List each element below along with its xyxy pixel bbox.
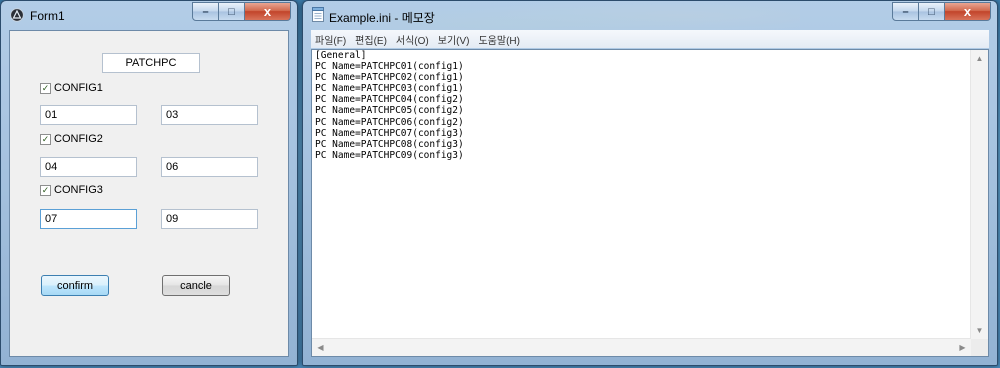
text-line: PC Name=PATCHPC05(config2) (315, 105, 464, 117)
horizontal-scrollbar[interactable]: ◀ ▶ (312, 338, 971, 356)
text-line: PC Name=PATCHPC08(config3) (315, 138, 464, 150)
text-line: PC Name=PATCHPC09(config3) (315, 149, 464, 161)
app-icon (10, 8, 24, 22)
config1-label: CONFIG1 (54, 82, 103, 94)
text-line: PC Name=PATCHPC06(config2) (315, 116, 464, 128)
config2-check-mark: ✓ (40, 133, 51, 145)
scroll-up-arrow-icon[interactable]: ▲ (971, 50, 988, 67)
config3-field-a[interactable] (40, 209, 137, 229)
form1-maximize-button[interactable]: □ (219, 2, 245, 21)
text-line: PC Name=PATCHPC04(config2) (315, 94, 464, 106)
notepad-menubar: 파일(F) 편집(E) 서식(O) 보기(V) 도움말(H) (311, 30, 989, 48)
notepad-title: Example.ini - 메모장 (329, 11, 435, 25)
cancel-button[interactable]: cancle (162, 275, 230, 296)
form1-close-button[interactable]: x (245, 2, 291, 21)
config2-label: CONFIG2 (54, 133, 103, 145)
text-line: PC Name=PATCHPC02(config1) (315, 72, 464, 84)
config3-check-mark: ✓ (40, 184, 51, 196)
menu-help[interactable]: 도움말(H) (478, 32, 519, 47)
form1-titlebar[interactable]: Form1 – □ x (1, 1, 297, 29)
confirm-button[interactable]: confirm (41, 275, 109, 296)
config2-field-b[interactable] (161, 157, 258, 177)
notepad-window: Example.ini - 메모장 – □ x 파일(F) 편집(E) 서식(O… (302, 0, 998, 366)
menu-edit[interactable]: 편집(E) (355, 32, 387, 47)
menu-format[interactable]: 서식(O) (396, 32, 429, 47)
config3-checkbox[interactable]: ✓ CONFIG3 (40, 184, 103, 196)
notepad-close-button[interactable]: x (945, 2, 991, 21)
config2-field-a[interactable] (40, 157, 137, 177)
patchpc-name-field[interactable] (102, 53, 200, 73)
notepad-text-editor[interactable]: [General] PC Name=PATCHPC01(config1) PC … (311, 49, 989, 357)
scroll-left-arrow-icon[interactable]: ◀ (312, 339, 329, 356)
notepad-titlebar[interactable]: Example.ini - 메모장 – □ x (303, 1, 997, 29)
config3-label: CONFIG3 (54, 184, 103, 196)
form1-minimize-button[interactable]: – (192, 2, 219, 21)
scroll-right-arrow-icon[interactable]: ▶ (954, 339, 971, 356)
text-line: [General] (315, 50, 367, 61)
form1-title: Form1 (30, 9, 65, 23)
menu-view[interactable]: 보기(V) (438, 32, 470, 47)
config1-check-mark: ✓ (40, 82, 51, 94)
config2-checkbox[interactable]: ✓ CONFIG2 (40, 133, 103, 145)
config3-field-b[interactable] (161, 209, 258, 229)
vertical-scrollbar[interactable]: ▲ ▼ (970, 50, 988, 339)
text-line: PC Name=PATCHPC07(config3) (315, 127, 464, 139)
scroll-corner-grip (971, 339, 988, 356)
notepad-maximize-button[interactable]: □ (919, 2, 945, 21)
form1-client-area: ✓ CONFIG1 ✓ CONFIG2 ✓ CONFIG3 confirm ca… (9, 30, 289, 357)
notepad-icon (312, 7, 324, 22)
text-line: PC Name=PATCHPC01(config1) (315, 61, 464, 73)
config1-field-b[interactable] (161, 105, 258, 125)
menu-file[interactable]: 파일(F) (315, 32, 346, 47)
config1-field-a[interactable] (40, 105, 137, 125)
text-line: PC Name=PATCHPC03(config1) (315, 83, 464, 95)
notepad-minimize-button[interactable]: – (892, 2, 919, 21)
config1-checkbox[interactable]: ✓ CONFIG1 (40, 82, 103, 94)
ini-file-content[interactable]: [General] PC Name=PATCHPC01(config1) PC … (315, 50, 970, 338)
scroll-down-arrow-icon[interactable]: ▼ (971, 322, 988, 339)
form1-window: Form1 – □ x ✓ CONFIG1 ✓ CONFIG2 ✓ CONFIG… (0, 0, 298, 366)
